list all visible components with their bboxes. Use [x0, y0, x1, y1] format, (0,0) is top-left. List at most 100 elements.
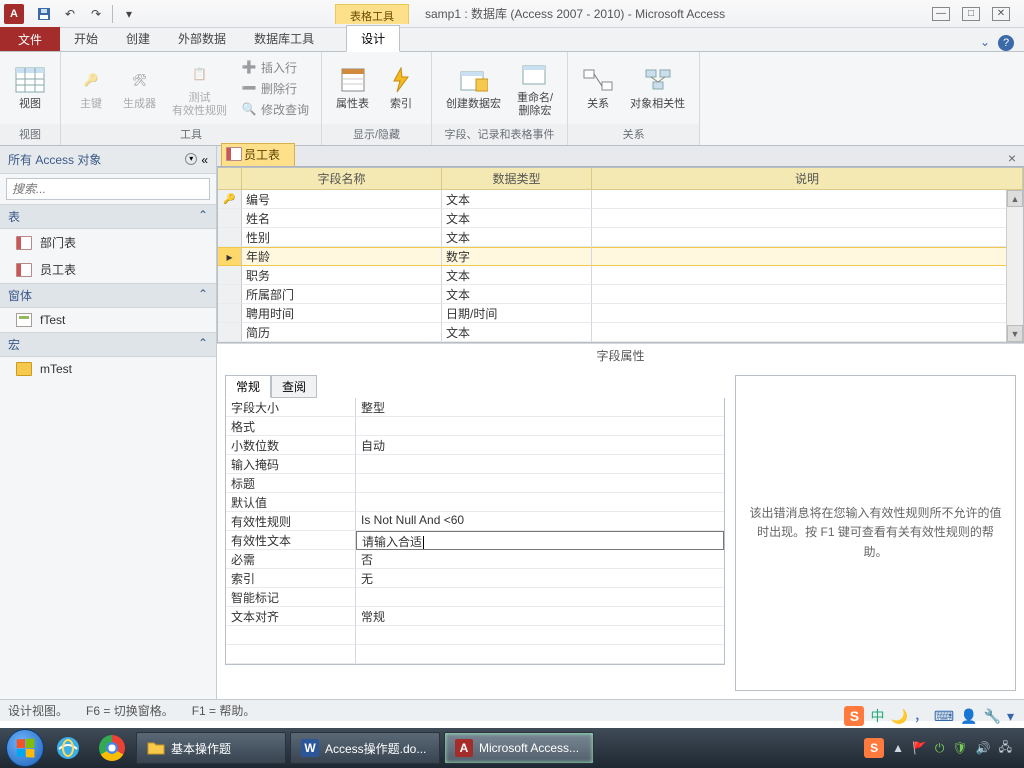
doc-close-button[interactable]: ×: [1000, 150, 1024, 166]
rename-delete-macro-button[interactable]: 重命名/ 删除宏: [511, 56, 559, 120]
grid-row[interactable]: 🔑编号文本: [218, 190, 1023, 209]
grid-row[interactable]: 简历文本: [218, 323, 1023, 342]
nav-item-table1[interactable]: 部门表: [0, 229, 216, 256]
fp-row[interactable]: 智能标记: [226, 588, 724, 607]
col-description[interactable]: 说明: [592, 168, 1023, 190]
taskbar-item[interactable]: WAccess操作题.do...: [290, 732, 440, 764]
tray-flag-icon[interactable]: 🚩: [912, 741, 927, 755]
nav-header[interactable]: 所有 Access 对象 ▾«: [0, 146, 216, 174]
primary-key-button[interactable]: 🔑主键: [69, 62, 113, 113]
grid-row[interactable]: 姓名文本: [218, 209, 1023, 228]
qat-customize-icon[interactable]: ▾: [119, 4, 139, 24]
tray-shield-icon[interactable]: 🛡: [952, 741, 967, 755]
key-icon: 🔑: [75, 64, 107, 96]
separator: [112, 5, 113, 23]
nav-group-forms[interactable]: 窗体⌃: [0, 283, 216, 308]
fp-row[interactable]: 有效性规则Is Not Null And <60: [226, 512, 724, 531]
search-input[interactable]: [6, 178, 210, 200]
nav-search: [0, 174, 216, 204]
ime-tool-icon[interactable]: 🔧: [984, 708, 1001, 725]
nav-item-form1[interactable]: fTest: [0, 308, 216, 332]
quick-access-toolbar: ↶ ↷ ▾: [28, 4, 145, 24]
test-rules-button[interactable]: 📋测试 有效性规则: [166, 56, 233, 120]
property-sheet-button[interactable]: 属性表: [330, 62, 375, 113]
tab-file[interactable]: 文件: [0, 27, 60, 51]
scroll-up-icon[interactable]: ▲: [1007, 190, 1023, 207]
doc-tab-active[interactable]: 员工表: [221, 143, 295, 166]
grid-row[interactable]: 职务文本: [218, 266, 1023, 285]
fp-row[interactable]: 小数位数自动: [226, 436, 724, 455]
ime-user-icon[interactable]: 👤: [960, 708, 977, 725]
row-selector-header[interactable]: [218, 168, 242, 190]
app-icon: A: [4, 4, 24, 24]
tab-dbtools[interactable]: 数据库工具: [240, 26, 328, 51]
minimize-button[interactable]: —: [932, 7, 950, 21]
object-deps-button[interactable]: 对象相关性: [624, 62, 691, 113]
tab-home[interactable]: 开始: [60, 26, 112, 51]
fp-row[interactable]: 输入掩码: [226, 455, 724, 474]
redo-icon[interactable]: ↷: [86, 4, 106, 24]
close-button[interactable]: ✕: [992, 7, 1010, 21]
fp-tab-lookup[interactable]: 查阅: [271, 375, 317, 398]
fp-row[interactable]: 有效性文本请输入合适: [226, 531, 724, 550]
help-icon[interactable]: ?: [998, 35, 1014, 51]
relationships-button[interactable]: 关系: [576, 62, 620, 113]
fp-row[interactable]: 字段大小整型: [226, 398, 724, 417]
fp-row[interactable]: 必需否: [226, 550, 724, 569]
grid-row[interactable]: ▸年龄数字: [218, 247, 1023, 266]
taskbar-item[interactable]: AMicrosoft Access...: [444, 732, 594, 764]
nav-item-table2[interactable]: 员工表: [0, 256, 216, 283]
create-datamacro-button[interactable]: 创建数据宏: [440, 62, 507, 113]
fp-row[interactable]: 标题: [226, 474, 724, 493]
grid-row[interactable]: 所属部门文本: [218, 285, 1023, 304]
maximize-button[interactable]: □: [962, 7, 980, 21]
tray-network-icon[interactable]: 🖧: [999, 738, 1012, 759]
nav-group-tables[interactable]: 表⌃: [0, 204, 216, 229]
ime-dropdown-icon[interactable]: ▾: [1007, 708, 1014, 725]
nav-group-macros[interactable]: 宏⌃: [0, 332, 216, 357]
ime-keyboard-icon[interactable]: ⌨: [934, 708, 954, 725]
ime-punct-icon[interactable]: ，: [914, 706, 928, 726]
fp-row[interactable]: 默认值: [226, 493, 724, 512]
tab-design[interactable]: 设计: [346, 25, 400, 52]
nav-item-macro1[interactable]: mTest: [0, 357, 216, 381]
ime-lang-icon[interactable]: 中: [870, 706, 884, 726]
save-icon[interactable]: [34, 4, 54, 24]
col-datatype[interactable]: 数据类型: [442, 168, 592, 190]
builder-button[interactable]: 🛠生成器: [117, 62, 162, 113]
sogou-tray-icon[interactable]: S: [864, 738, 884, 758]
minimize-ribbon-icon[interactable]: ⌄: [980, 35, 990, 51]
taskbar-item[interactable]: 基本操作题: [136, 732, 286, 764]
tray-volume-icon[interactable]: 🔊: [976, 741, 991, 755]
tab-external[interactable]: 外部数据: [164, 26, 240, 51]
collapse-icon: ⌃: [198, 208, 208, 225]
insert-row-button[interactable]: ➕插入行: [237, 58, 313, 77]
col-fieldname[interactable]: 字段名称: [242, 168, 442, 190]
dependencies-icon: [642, 64, 674, 96]
fp-tab-general[interactable]: 常规: [225, 375, 271, 398]
nav-dropdown-icon[interactable]: ▾«: [185, 153, 208, 167]
tray-power-icon[interactable]: ⏻: [935, 741, 945, 756]
undo-icon[interactable]: ↶: [60, 4, 80, 24]
modify-query-button[interactable]: 🔍修改查询: [237, 100, 313, 119]
ie-icon[interactable]: [48, 732, 88, 764]
indexes-button[interactable]: 索引: [379, 62, 423, 113]
grid-row[interactable]: 聘用时间日期/时间: [218, 304, 1023, 323]
chrome-icon[interactable]: [92, 732, 132, 764]
vertical-scrollbar[interactable]: ▲▼: [1006, 190, 1023, 342]
relationships-icon: [582, 64, 614, 96]
scroll-down-icon[interactable]: ▼: [1007, 325, 1023, 342]
ime-moon-icon[interactable]: 🌙: [890, 708, 907, 725]
fp-row[interactable]: 索引无: [226, 569, 724, 588]
delete-row-button[interactable]: ➖删除行: [237, 79, 313, 98]
sogou-icon[interactable]: S: [844, 706, 864, 726]
fp-row[interactable]: 文本对齐常规: [226, 607, 724, 626]
grid-row[interactable]: 性别文本: [218, 228, 1023, 247]
fp-row[interactable]: 格式: [226, 417, 724, 436]
tray-up-icon[interactable]: ▲: [892, 741, 904, 755]
tab-create[interactable]: 创建: [112, 26, 164, 51]
start-button[interactable]: [6, 729, 44, 767]
field-properties-label: 字段属性: [217, 343, 1024, 367]
view-button[interactable]: 视图: [8, 62, 52, 113]
work-area: 员工表 × 字段名称 数据类型 说明 🔑编号文本姓名文本性别文本▸年龄数字职务文…: [217, 146, 1024, 699]
